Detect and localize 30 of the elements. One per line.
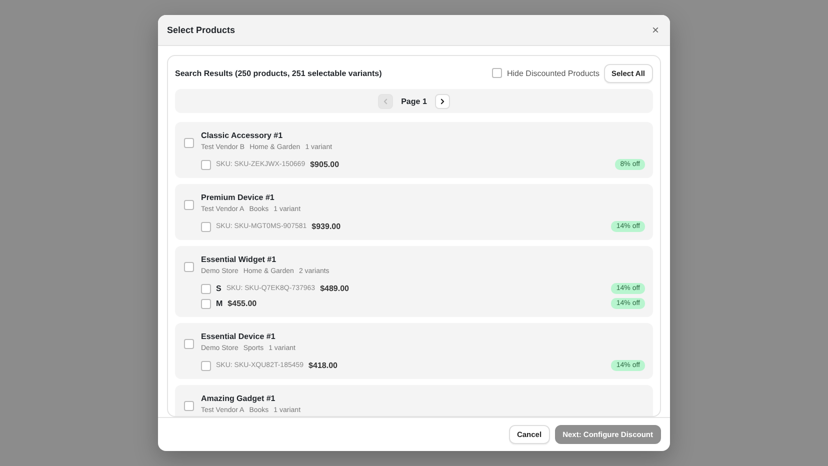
results-summary: Search Results (250 products, 251 selectable variants): [175, 68, 382, 78]
product-name: Essential Widget #1: [201, 254, 278, 266]
chevron-left-icon: [382, 98, 390, 104]
page-label: Page 1: [401, 96, 427, 106]
dialog-title: Select Products: [167, 25, 236, 35]
variant-option: S: [216, 284, 222, 293]
product-name: Premium Device #1: [201, 192, 276, 204]
product-name: Essential Device #1: [201, 331, 276, 343]
variant-price: $489.00: [320, 284, 349, 293]
variant-checkbox[interactable]: [201, 160, 211, 170]
product-name: Classic Accessory #1: [201, 130, 284, 142]
product-checkbox[interactable]: [184, 339, 194, 349]
hide-discounted-checkbox[interactable]: Hide Discounted Products: [492, 68, 600, 78]
variant-checkbox[interactable]: [201, 284, 211, 294]
chevron-right-icon: [438, 98, 446, 104]
product-name: Amazing Gadget #1: [201, 393, 276, 405]
variant-checkbox[interactable]: [201, 222, 211, 232]
product-checkbox[interactable]: [184, 262, 194, 272]
variant-price: $905.00: [310, 160, 340, 169]
close-button[interactable]: ×: [650, 23, 661, 37]
variant-price: $455.00: [228, 299, 257, 308]
product-checkbox[interactable]: [184, 138, 194, 148]
variant-price: $418.00: [308, 361, 338, 370]
next-page-button[interactable]: [434, 94, 450, 108]
product-checkbox[interactable]: [184, 200, 194, 210]
variant-option: M: [216, 299, 223, 308]
product-checkbox[interactable]: [184, 401, 194, 411]
variant-checkbox[interactable]: [201, 360, 211, 370]
variant-checkbox[interactable]: [201, 298, 211, 308]
variant-price: $939.00: [312, 222, 341, 231]
